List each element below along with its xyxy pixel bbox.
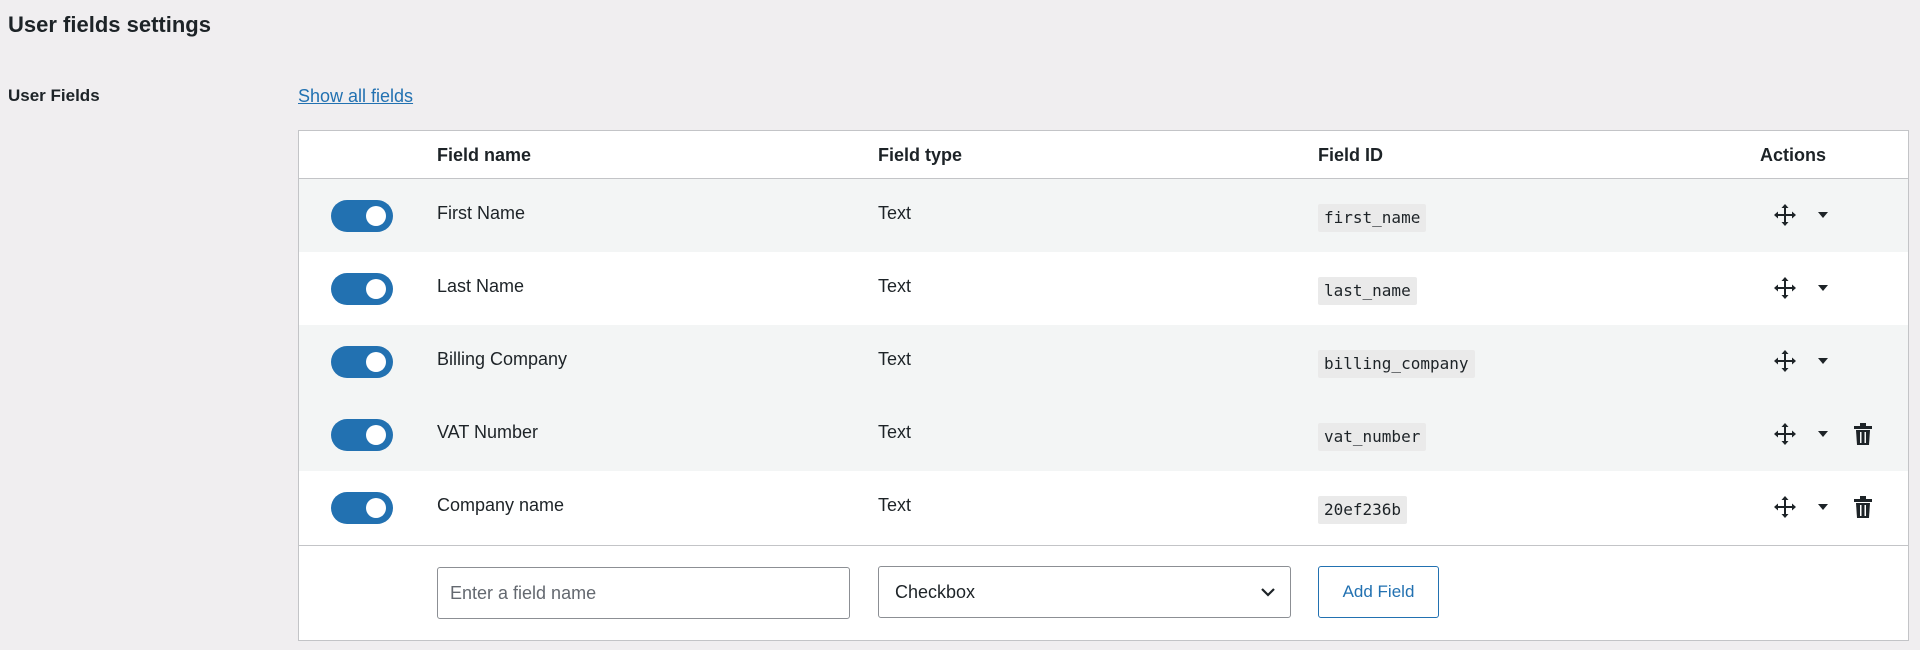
field-id: vat_number	[1318, 423, 1427, 451]
header-field-type: Field type	[878, 145, 963, 165]
chevron-down-icon[interactable]	[1815, 493, 1831, 521]
field-name: Last Name	[437, 276, 525, 296]
field-name-input[interactable]	[437, 567, 850, 619]
chevron-down-icon	[1260, 584, 1276, 605]
field-name: Company name	[437, 495, 565, 515]
field-enabled-toggle[interactable]	[331, 273, 393, 305]
field-enabled-toggle[interactable]	[331, 346, 393, 378]
field-name: Billing Company	[437, 349, 568, 369]
field-name: VAT Number	[437, 422, 539, 442]
field-id: billing_company	[1318, 350, 1475, 378]
section-label: User Fields	[8, 86, 100, 105]
field-type-select[interactable]: Checkbox	[878, 566, 1291, 618]
header-field-id: Field ID	[1318, 145, 1384, 165]
table-row: First Name Text first_name	[299, 179, 1908, 252]
field-type: Text	[878, 203, 912, 223]
field-name: First Name	[437, 203, 526, 223]
header-field-name: Field name	[437, 145, 532, 165]
table-row: Billing Company Text billing_company	[299, 325, 1908, 398]
table-row: Company name Text 20ef236b	[299, 471, 1908, 544]
field-enabled-toggle[interactable]	[331, 492, 393, 524]
show-all-fields-link[interactable]: Show all fields	[298, 84, 413, 108]
add-field-row: Checkbox Add Field	[299, 545, 1908, 640]
field-type: Text	[878, 495, 912, 515]
chevron-down-icon[interactable]	[1815, 201, 1831, 229]
table-row: VAT Number Text vat_number	[299, 398, 1908, 471]
field-enabled-toggle[interactable]	[331, 419, 393, 451]
move-icon[interactable]	[1771, 347, 1799, 375]
page-title: User fields settings	[8, 12, 211, 37]
toggle-knob	[366, 206, 386, 226]
move-icon[interactable]	[1771, 493, 1799, 521]
trash-icon[interactable]	[1851, 420, 1875, 448]
field-id: last_name	[1318, 277, 1417, 305]
add-field-button[interactable]: Add Field	[1318, 566, 1439, 618]
header-actions: Actions	[1760, 145, 1827, 165]
field-type: Text	[878, 349, 912, 369]
chevron-down-icon[interactable]	[1815, 420, 1831, 448]
move-icon[interactable]	[1771, 201, 1799, 229]
toggle-knob	[366, 498, 386, 518]
trash-icon[interactable]	[1851, 493, 1875, 521]
field-type-selected: Checkbox	[895, 582, 976, 602]
chevron-down-icon[interactable]	[1815, 274, 1831, 302]
move-icon[interactable]	[1771, 420, 1799, 448]
field-id: first_name	[1318, 204, 1427, 232]
chevron-down-icon[interactable]	[1815, 347, 1831, 375]
table-header: Field name Field type Field ID Actions	[299, 131, 1908, 179]
field-type: Text	[878, 422, 912, 442]
field-id: 20ef236b	[1318, 496, 1408, 524]
toggle-knob	[366, 279, 386, 299]
toggle-knob	[366, 352, 386, 372]
table-row: Last Name Text last_name	[299, 252, 1908, 325]
toggle-knob	[366, 425, 386, 445]
move-icon[interactable]	[1771, 274, 1799, 302]
user-fields-table: Field name Field type Field ID Actions F…	[298, 130, 1909, 641]
field-type: Text	[878, 276, 912, 296]
field-enabled-toggle[interactable]	[331, 200, 393, 232]
